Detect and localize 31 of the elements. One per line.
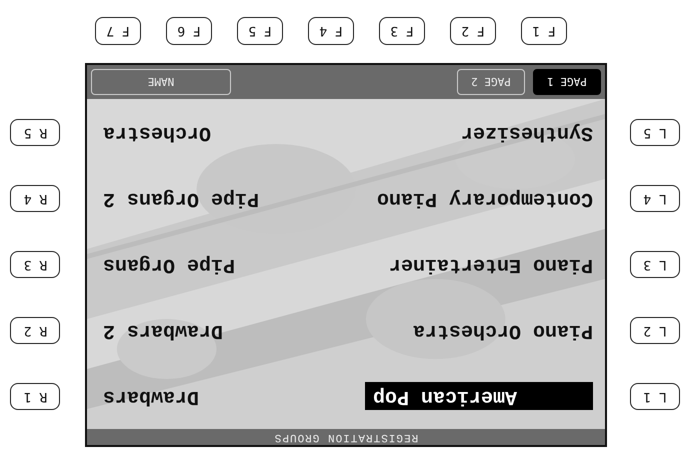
function-button[interactable]: F 3 xyxy=(379,17,425,45)
side-button[interactable]: L 4 xyxy=(630,186,680,212)
side-button[interactable]: L 5 xyxy=(630,120,680,146)
page-tab[interactable]: PAGE 1 xyxy=(533,69,601,95)
registration-item[interactable]: Contemporary Piano xyxy=(376,184,593,212)
function-button[interactable]: F 2 xyxy=(450,17,496,45)
registration-item[interactable]: Pipe Organs 2 xyxy=(103,184,260,212)
side-button[interactable]: R 3 xyxy=(10,252,60,278)
function-button[interactable]: F 7 xyxy=(95,17,141,45)
registration-item[interactable]: Synthesizer xyxy=(460,118,593,146)
side-button[interactable]: R 2 xyxy=(10,318,60,344)
registration-item[interactable]: Drawbars 2 xyxy=(103,316,224,344)
screen-title: REGISTRATION GROUPS xyxy=(274,431,418,443)
registration-item[interactable]: American Pop xyxy=(365,382,593,410)
registration-item[interactable]: Drawbars xyxy=(103,382,200,410)
function-button[interactable]: F 4 xyxy=(308,17,354,45)
function-button[interactable]: F 5 xyxy=(237,17,283,45)
registration-item[interactable]: Pipe Organs xyxy=(103,250,236,278)
function-button[interactable]: F 1 xyxy=(521,17,567,45)
side-button[interactable]: L 2 xyxy=(630,318,680,344)
registration-item[interactable]: Piano Entertainer xyxy=(388,250,593,278)
side-button[interactable]: R 5 xyxy=(10,120,60,146)
side-button[interactable]: R 1 xyxy=(10,384,60,410)
side-button[interactable]: R 4 xyxy=(10,186,60,212)
side-button[interactable]: L 1 xyxy=(630,384,680,410)
registration-item[interactable]: Orchestra xyxy=(103,118,212,146)
function-button[interactable]: F 6 xyxy=(166,17,212,45)
name-button[interactable]: NAME xyxy=(91,69,231,95)
side-button[interactable]: L 3 xyxy=(630,252,680,278)
page-tab[interactable]: PAGE 2 xyxy=(457,69,525,95)
registration-item[interactable]: Piano Orchestra xyxy=(412,316,593,344)
